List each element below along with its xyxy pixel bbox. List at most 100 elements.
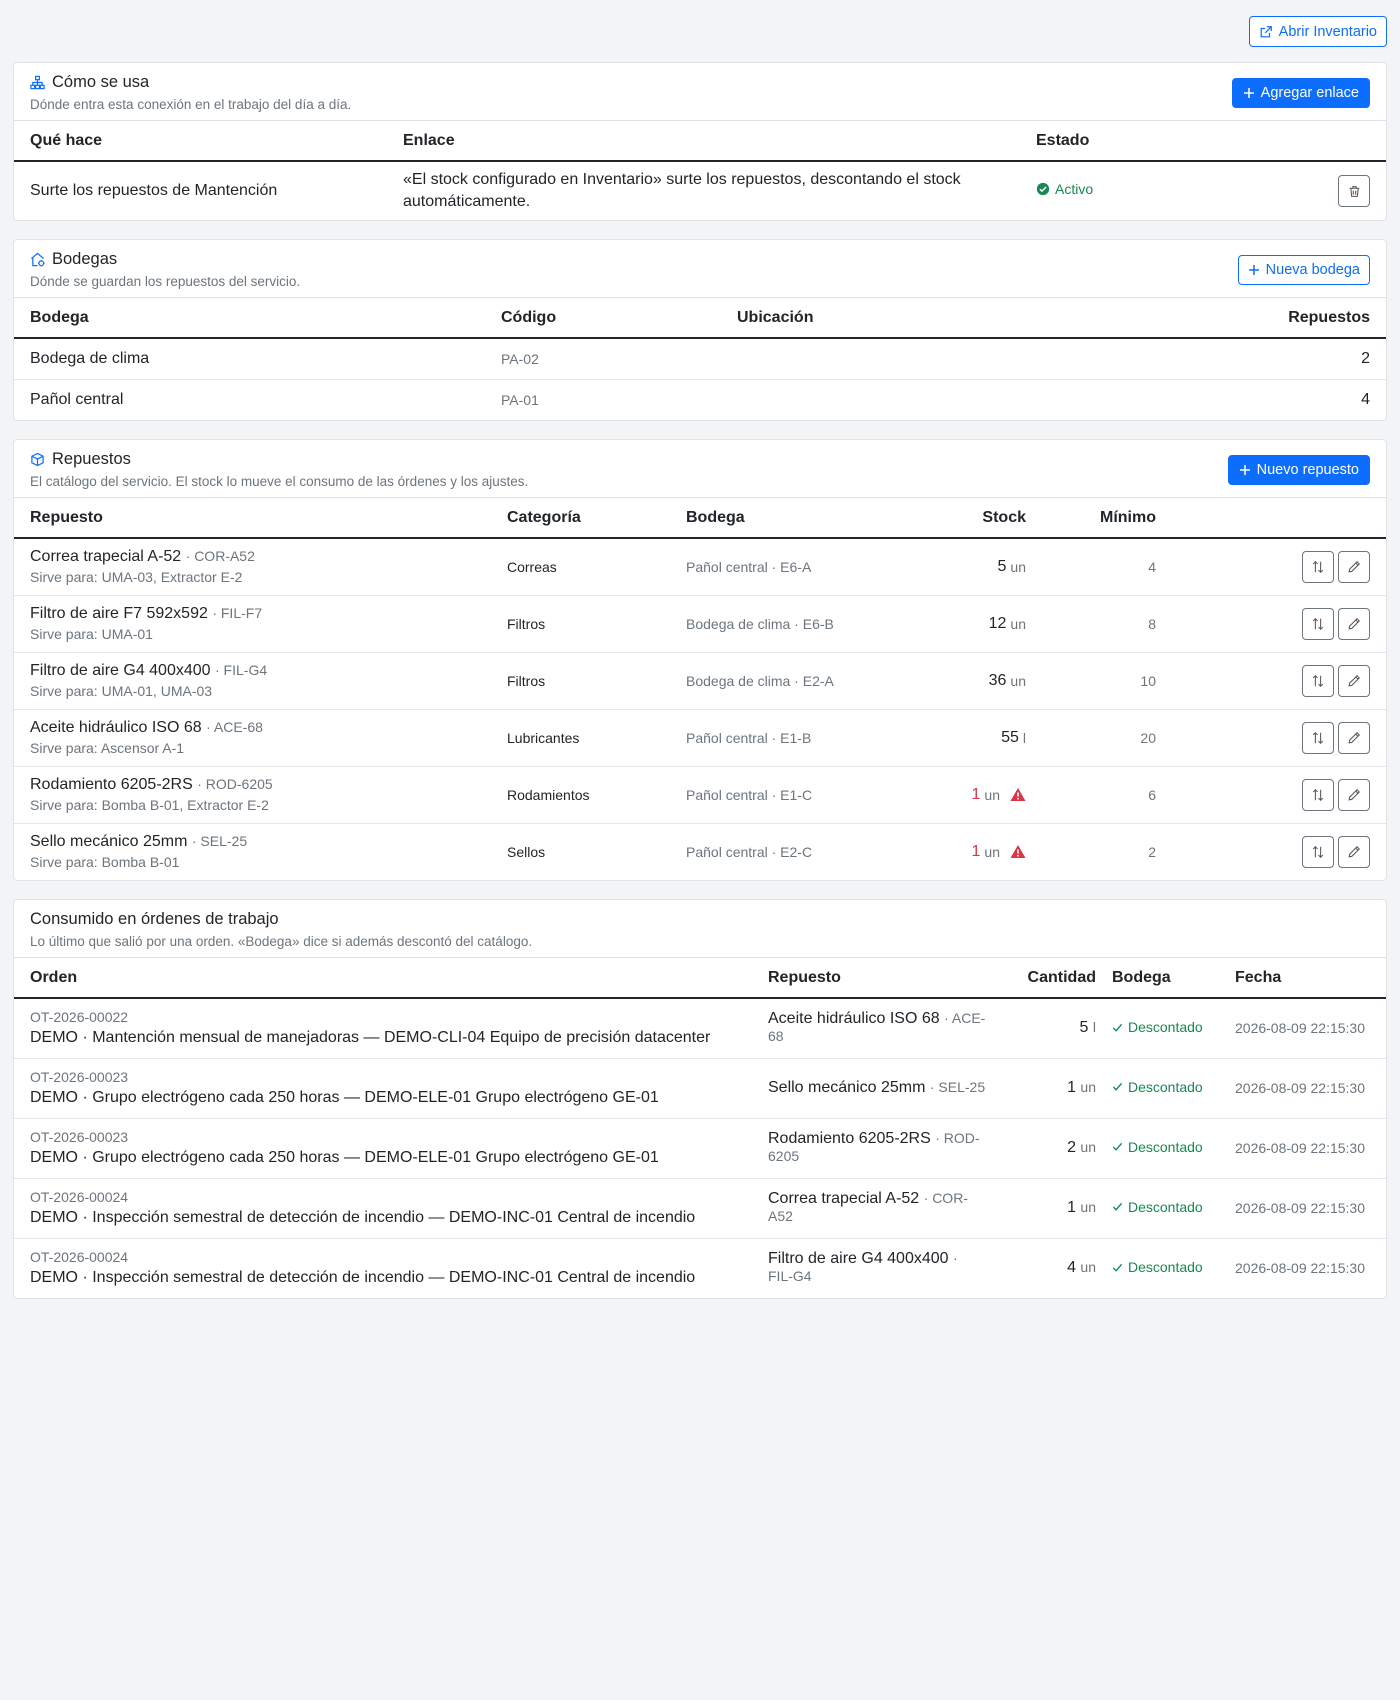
col-enlace: Enlace <box>387 121 1020 162</box>
table-row: Surte los repuestos de Mantención «El st… <box>14 161 1386 220</box>
bodegas-subtitle: Dónde se guardan los repuestos del servi… <box>30 274 301 289</box>
part-name: Correa trapecial A-52 <box>768 1190 920 1207</box>
arrows-swap-icon <box>1311 845 1325 859</box>
add-link-label: Agregar enlace <box>1260 84 1359 101</box>
check-icon <box>1112 1141 1123 1152</box>
adjust-stock-button[interactable] <box>1302 664 1334 697</box>
order-description: DEMO · Grupo electrógeno cada 250 horas … <box>30 1089 659 1106</box>
order-number[interactable]: OT-2026-00022 <box>30 1009 736 1025</box>
part-warehouse: Pañol central · E2-C <box>686 843 813 860</box>
col-bodega: Bodega <box>670 498 936 539</box>
check-icon <box>1112 1022 1123 1033</box>
warehouse-count: 4 <box>1361 390 1370 408</box>
part-warehouse: Pañol central · E1-B <box>670 709 936 767</box>
col-fecha: Fecha <box>1219 958 1386 999</box>
order-number[interactable]: OT-2026-00024 <box>30 1189 736 1205</box>
warehouse-icon <box>30 252 45 267</box>
part-name: Filtro de aire G4 400x400 <box>768 1250 949 1268</box>
part-category: Rodamientos <box>491 766 670 824</box>
part-minimum: 2 <box>1148 843 1156 860</box>
status-badge: Activo <box>1036 181 1093 197</box>
part-name: Filtro de aire G4 400x400 <box>30 662 211 679</box>
part-usage: Sirve para: UMA-01 <box>30 626 153 642</box>
part-name: Aceite hidráulico ISO 68 <box>768 1010 940 1028</box>
part-name: Sello mecánico 25mm <box>768 1079 926 1096</box>
part-name: Sello mecánico 25mm <box>30 833 188 851</box>
quantity-unit: un <box>1080 1139 1096 1155</box>
adjust-stock-button[interactable] <box>1302 550 1334 583</box>
pencil-icon <box>1347 674 1361 688</box>
edit-part-button[interactable] <box>1338 664 1370 697</box>
repuestos-title: Repuestos <box>52 450 131 468</box>
warehouse-location <box>721 379 1046 420</box>
order-description: DEMO · Inspección semestral de detección… <box>30 1269 696 1287</box>
part-usage: Sirve para: Ascensor A-1 <box>30 740 185 756</box>
edit-part-button[interactable] <box>1338 550 1370 583</box>
part-stock: 1 <box>971 785 981 803</box>
table-row: OT-2026-00024 DEMO · Inspección semestral… <box>14 1178 1386 1239</box>
order-date: 2026-08-09 22:15:30 <box>1219 998 1386 1059</box>
consumo-title: Consumido en órdenes de trabajo <box>30 910 279 928</box>
warehouse-name: Pañol central <box>30 390 124 408</box>
part-unit: un <box>1010 558 1026 575</box>
quantity: 2 <box>1067 1139 1076 1156</box>
discount-status: Descontado <box>1128 1078 1203 1095</box>
part-code: · SEL-25 <box>191 833 248 850</box>
part-warehouse: Pañol central · E6-A <box>670 538 936 596</box>
order-description: DEMO · Inspección semestral de detección… <box>30 1209 696 1226</box>
order-number[interactable]: OT-2026-00024 <box>30 1249 736 1265</box>
order-date: 2026-08-09 22:15:30 <box>1219 1178 1386 1239</box>
plus-icon <box>1243 87 1255 99</box>
check-icon <box>1112 1081 1123 1092</box>
como-subtitle: Dónde entra esta conexión en el trabajo … <box>30 97 352 112</box>
col-repuesto: Repuesto <box>752 958 1002 999</box>
quantity: 1 <box>1067 1199 1076 1216</box>
part-unit: l <box>1022 729 1026 746</box>
adjust-stock-button[interactable] <box>1302 835 1334 868</box>
part-minimum: 6 <box>1042 766 1172 824</box>
col-estado: Estado <box>1020 121 1322 162</box>
edit-part-button[interactable] <box>1338 778 1370 811</box>
order-number[interactable]: OT-2026-00023 <box>30 1129 736 1145</box>
arrows-swap-icon <box>1311 560 1325 574</box>
part-stock: 1 <box>971 842 981 860</box>
check-circle-icon <box>1036 182 1050 196</box>
order-number[interactable]: OT-2026-00023 <box>30 1069 736 1085</box>
add-link-button[interactable]: Agregar enlace <box>1231 77 1370 108</box>
table-row: Sello mecánico 25mm · SEL-25 Sirve para: … <box>14 823 1386 880</box>
part-minimum: 20 <box>1042 709 1172 767</box>
pencil-icon <box>1347 845 1361 859</box>
open-inventory-button[interactable]: Abrir Inventario <box>1248 16 1387 47</box>
col-bodega: Bodega <box>1104 958 1219 999</box>
delete-link-button[interactable] <box>1338 175 1370 207</box>
warehouse-code: PA-02 <box>485 338 721 380</box>
quantity-unit: un <box>1080 1199 1096 1215</box>
diagram-icon <box>30 75 45 90</box>
edit-part-button[interactable] <box>1338 721 1370 754</box>
adjust-stock-button[interactable] <box>1302 778 1334 811</box>
table-row: Filtro de aire F7 592x592 · FIL-F7 Sirve … <box>14 595 1386 653</box>
col-stock: Stock <box>936 498 1042 539</box>
part-stock: 5 <box>997 557 1007 575</box>
part-minimum: 4 <box>1042 538 1172 596</box>
new-part-button[interactable]: Nuevo repuesto <box>1227 454 1370 485</box>
adjust-stock-button[interactable] <box>1302 721 1334 754</box>
edit-part-button[interactable] <box>1338 835 1370 868</box>
part-name: Rodamiento 6205-2RS <box>30 776 193 793</box>
new-warehouse-button[interactable]: Nueva bodega <box>1237 254 1370 285</box>
part-stock: 12 <box>988 614 1007 632</box>
col-que-hace: Qué hace <box>14 121 387 162</box>
quantity: 4 <box>1067 1259 1076 1277</box>
part-category: Filtros <box>491 595 670 653</box>
edit-part-button[interactable] <box>1338 607 1370 640</box>
part-unit: un <box>984 843 1000 860</box>
quantity-unit: l <box>1092 1019 1096 1036</box>
col-actions <box>1172 498 1386 539</box>
part-stock: 55 <box>1001 728 1019 746</box>
quantity: 5 <box>1079 1019 1089 1037</box>
consumo-table: Orden Repuesto Cantidad Bodega Fecha OT-… <box>14 958 1386 1298</box>
part-name: Correa trapecial A-52 <box>30 548 182 566</box>
adjust-stock-button[interactable] <box>1302 607 1334 640</box>
part-code: · ROD-6205 <box>197 776 273 792</box>
quantity: 1 <box>1067 1079 1076 1096</box>
